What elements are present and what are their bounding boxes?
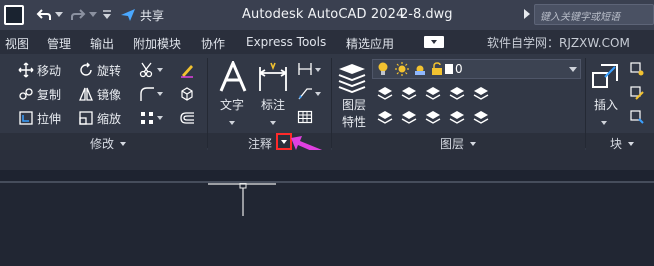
search-expand-icon[interactable] [524,8,530,22]
layer-tool-icon[interactable] [400,84,418,102]
layer-tool-icon[interactable] [424,108,442,126]
copy-tool[interactable]: 复制 [18,84,61,104]
leader-dropdown-icon[interactable] [314,85,322,103]
layer-tool-icon[interactable] [400,108,418,126]
layer-properties-label-1[interactable]: 图层 [342,96,366,113]
file-name: 2-8.dwg [400,7,453,22]
tab-featured-apps[interactable]: 精选应用 [346,35,394,52]
trim-dropdown-icon[interactable] [156,61,164,79]
tab-addins[interactable]: 附加模块 [133,35,181,52]
layer-tool-icon[interactable] [448,84,466,102]
table-icon[interactable] [296,108,314,126]
layers-expand-icon [470,141,477,146]
layer-properties-label-2[interactable]: 特性 [342,113,366,130]
unlock-icon [432,62,442,75]
tab-view[interactable]: 视图 [5,35,29,52]
drawing-geometry [208,182,276,216]
move-icon [18,62,34,78]
ribbon-minimize-dropdown[interactable] [424,36,444,48]
create-block-icon[interactable] [628,60,646,78]
stretch-icon [18,110,34,126]
layer-properties-icon[interactable] [336,60,368,94]
stretch-label: 拉伸 [37,111,62,126]
insert-label[interactable]: 插入 [594,96,618,113]
erase-icon[interactable] [178,61,196,79]
tab-collaborate[interactable]: 协作 [201,35,225,52]
search-input[interactable]: 键入关键字或短语 [534,4,654,25]
layer-color-swatch [445,64,453,74]
share-label: 共享 [140,8,165,23]
redo-dropdown-icon[interactable] [88,5,98,25]
mirror-label: 镜像 [97,87,122,102]
modify-expand-icon [120,141,127,146]
text-dropdown-icon[interactable] [228,114,236,132]
fillet-icon[interactable] [138,85,156,103]
tab-manage[interactable]: 管理 [47,35,71,52]
stretch-tool[interactable]: 拉伸 [18,108,61,128]
redo-icon[interactable] [68,5,88,25]
trim-icon[interactable] [138,61,156,79]
app-title: Autodesk AutoCAD 2024 [242,7,405,22]
fillet-dropdown-icon[interactable] [156,85,164,103]
text-tool-icon[interactable] [218,60,248,94]
customize-dropdown-icon[interactable] [100,5,114,25]
linear-dim-icon[interactable] [296,60,314,78]
mirror-icon [78,86,94,102]
chevron-down-icon [569,67,577,72]
sun-viewport-icon [415,65,425,75]
tab-express-tools[interactable]: Express Tools [246,35,326,49]
layer-tool-icon[interactable] [448,108,466,126]
autocad-logo-icon[interactable] [4,5,24,25]
insert-block-icon[interactable] [590,62,622,92]
rotate-icon [78,62,94,78]
share-button[interactable]: 共享 [120,7,164,24]
linear-dim-dropdown-icon[interactable] [314,61,322,79]
current-layer-value: 0 [455,62,463,76]
layer-dropdown[interactable]: 0 [372,59,581,79]
dimension-tool-label[interactable]: 标注 [261,96,285,113]
insert-dropdown-icon[interactable] [600,114,608,132]
dimension-dropdown-icon[interactable] [269,114,277,132]
rotate-tool[interactable]: 旋转 [78,60,121,80]
dimension-tool-icon[interactable] [256,60,290,94]
layer-tool-icon[interactable] [376,84,394,102]
mirror-tool[interactable]: 镜像 [78,84,121,104]
layer-tool-icon[interactable] [424,84,442,102]
undo-icon[interactable] [34,5,54,25]
title-bar: 共享 Autodesk AutoCAD 2024 2-8.dwg 键入关键字或短… [0,0,654,30]
copy-icon [18,86,34,102]
move-label: 移动 [37,63,62,78]
layer-tool-icon[interactable] [472,84,490,102]
scale-label: 缩放 [97,111,122,126]
array-dropdown-icon[interactable] [156,109,164,127]
menu-bar: 视图 管理 输出 附加模块 协作 Express Tools 精选应用 软件自学… [0,30,654,54]
array-icon[interactable] [138,109,156,127]
undo-dropdown-icon[interactable] [54,5,64,25]
layer-tool-icon[interactable] [376,108,394,126]
lightbulb-icon [378,62,388,75]
offset-icon[interactable] [178,109,196,127]
move-tool[interactable]: 移动 [18,60,61,80]
edit-block-icon[interactable] [628,84,646,102]
block-expand-icon [628,141,635,146]
watermark-text: 软件自学网：RJZXW.COM [487,36,630,50]
file-tab-strip [0,150,654,170]
share-icon [121,9,135,21]
rotate-label: 旋转 [97,63,122,78]
copy-label: 复制 [37,87,62,102]
block-attribute-icon[interactable] [628,108,646,126]
scale-tool[interactable]: 缩放 [78,108,121,128]
text-tool-label[interactable]: 文字 [220,96,244,113]
leader-icon[interactable] [296,84,314,102]
tab-output[interactable]: 输出 [90,35,114,52]
sun-icon [395,62,409,76]
layer-tool-icon[interactable] [472,108,490,126]
drawing-canvas[interactable] [0,182,654,266]
explode-icon[interactable] [178,85,196,103]
scale-icon [78,110,94,126]
search-placeholder: 键入关键字或短语 [540,12,620,23]
